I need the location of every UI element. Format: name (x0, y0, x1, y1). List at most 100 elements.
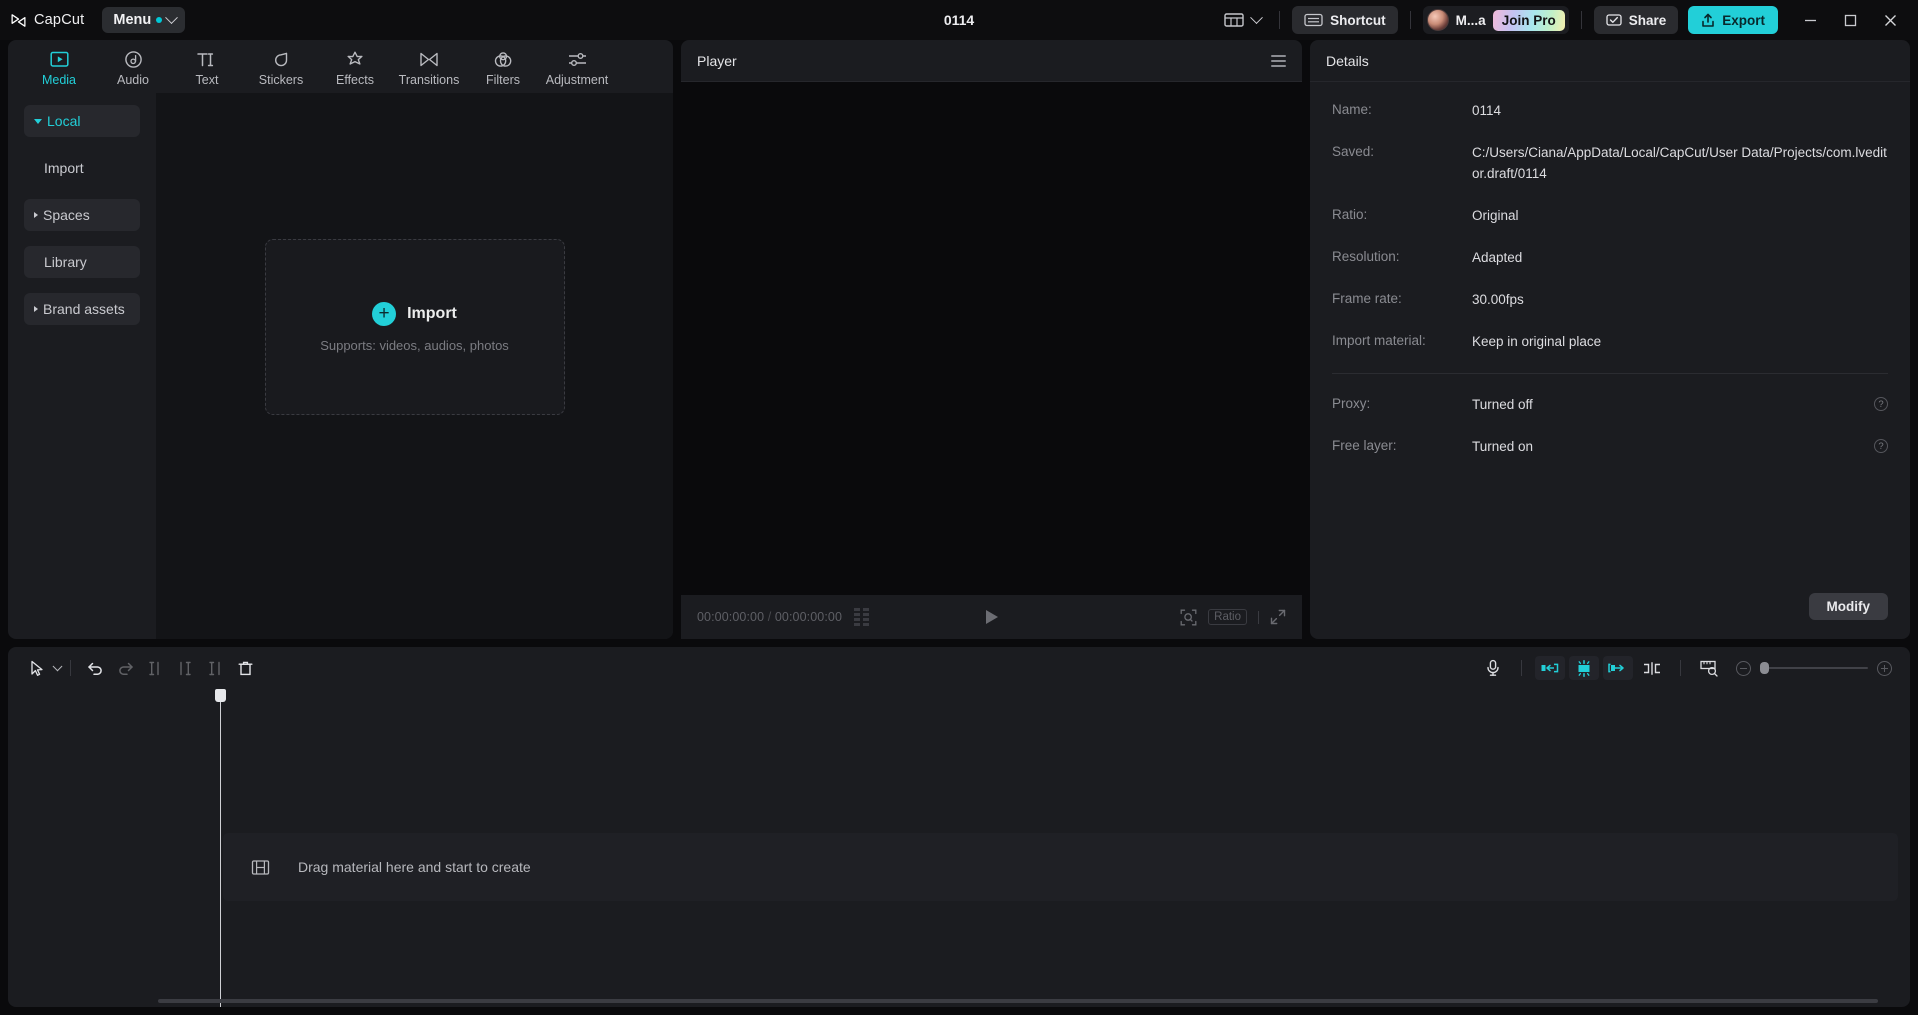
sidebar-item-brand-assets-label: Brand assets (43, 301, 125, 317)
timeline-tracks[interactable]: Drag material here and start to create (8, 719, 1910, 1007)
avatar (1426, 9, 1449, 31)
tab-transitions[interactable]: Transitions (392, 46, 466, 87)
auto-cut-right-button[interactable] (1603, 656, 1633, 680)
sidebar-item-spaces[interactable]: Spaces (24, 199, 140, 231)
minimize-button[interactable] (1790, 0, 1830, 40)
tab-media[interactable]: Media (22, 46, 96, 87)
timeline-ruler[interactable] (8, 689, 1910, 719)
details-label: Import material: (1332, 333, 1426, 348)
redo-tool[interactable] (110, 654, 140, 682)
menu-notification-dot (156, 17, 163, 23)
help-icon[interactable]: ? (1874, 397, 1888, 411)
details-row-framerate: Frame rate: 30.00fps (1332, 289, 1888, 310)
film-strip-icon (251, 859, 270, 875)
timeline-body[interactable]: Drag material here and start to create (8, 689, 1910, 1007)
menu-button[interactable]: Menu (102, 7, 186, 33)
play-triangle-icon[interactable] (985, 610, 998, 624)
account-chip[interactable]: M...a Join Pro (1422, 6, 1569, 34)
details-row-proxy: Proxy: Turned off ? (1332, 394, 1888, 415)
microphone-record-button[interactable] (1478, 656, 1508, 680)
ruler-zoom-button[interactable] (1694, 656, 1724, 680)
zoom-slider[interactable] (1760, 662, 1868, 674)
tab-effects-label: Effects (336, 73, 374, 87)
trash-icon (238, 661, 253, 675)
export-upload-icon (1702, 13, 1715, 27)
media-panel-body: Local Import Spaces Library Brand assets… (8, 93, 673, 639)
undo-tool[interactable] (80, 654, 110, 682)
details-value-proxy: Turned off (1472, 397, 1533, 412)
split-marker-button[interactable] (1637, 656, 1667, 680)
fullscreen-icon[interactable] (1270, 609, 1286, 625)
tab-transitions-label: Transitions (398, 73, 460, 87)
hamburger-icon[interactable] (1271, 54, 1286, 67)
tab-audio[interactable]: Audio (96, 46, 170, 87)
player-stage[interactable] (681, 82, 1302, 595)
export-button[interactable]: Export (1688, 6, 1778, 34)
details-value-framerate: 30.00fps (1472, 292, 1524, 307)
keyboard-icon (1304, 13, 1323, 27)
tab-adjustment[interactable]: Adjustment (540, 46, 614, 87)
layout-grid-icon (1224, 13, 1244, 27)
player-time-separator: / (767, 610, 772, 624)
trim-right-tool[interactable] (200, 654, 230, 682)
main-content-row: Media Audio Text Stickers Effects Transi… (0, 40, 1918, 639)
details-value-name: 0114 (1472, 103, 1502, 118)
shortcut-button[interactable]: Shortcut (1292, 6, 1398, 34)
details-footer: Modify (1310, 585, 1910, 639)
import-dropzone[interactable]: + Import Supports: videos, audios, photo… (264, 239, 565, 415)
sidebar-item-import[interactable]: Import (24, 152, 140, 184)
split-tool[interactable] (140, 654, 170, 682)
microphone-icon (1487, 659, 1499, 676)
maximize-button[interactable] (1830, 0, 1870, 40)
zoom-out-icon[interactable] (1736, 660, 1751, 676)
chevron-down-icon (52, 660, 63, 671)
quality-bars-icon[interactable] (854, 608, 870, 626)
sidebar-item-local[interactable]: Local (24, 105, 140, 137)
sidebar-item-brand-assets[interactable]: Brand assets (24, 293, 140, 325)
share-label: Share (1628, 12, 1667, 28)
app-brand-name: CapCut (34, 12, 85, 28)
tab-media-label: Media (41, 73, 77, 87)
tab-adjustment-label: Adjustment (545, 73, 609, 87)
select-cursor-tool[interactable] (22, 654, 63, 682)
zoom-in-icon[interactable] (1877, 660, 1892, 676)
layout-switch-button[interactable] (1218, 8, 1267, 32)
tab-text[interactable]: Text (170, 46, 244, 87)
chevron-right-icon (34, 212, 38, 218)
share-button[interactable]: Share (1593, 6, 1679, 34)
help-icon[interactable]: ? (1874, 439, 1888, 453)
auto-cut-center-button[interactable] (1569, 656, 1599, 680)
close-button[interactable] (1870, 0, 1910, 40)
tab-filters[interactable]: Filters (466, 46, 540, 87)
player-controls-bar: 00:00:00:00 / 00:00:00:00 Ratio (681, 595, 1302, 639)
join-pro-button[interactable]: Join Pro (1492, 9, 1565, 31)
tab-stickers-label: Stickers (258, 73, 304, 87)
details-label: Proxy: (1332, 396, 1371, 411)
timeline-horizontal-scrollbar[interactable] (158, 999, 1878, 1003)
auto-cut-left-button[interactable] (1535, 656, 1565, 680)
adjustment-sliders-icon (567, 49, 588, 69)
tab-filters-label: Filters (485, 73, 521, 87)
details-row-saved: Saved: C:/Users/Ciana/AppData/Local/CapC… (1332, 142, 1888, 184)
details-row-free-layer: Free layer: Turned on ? (1332, 436, 1888, 457)
timeline-empty-dropzone[interactable]: Drag material here and start to create (223, 833, 1898, 901)
title-bar: CapCut Menu 0114 Shortcut M...a Join Pro… (0, 0, 1918, 40)
delete-tool[interactable] (230, 654, 260, 682)
crop-zoom-icon[interactable] (1180, 609, 1197, 626)
divider (1580, 11, 1582, 29)
details-label: Ratio: (1332, 207, 1368, 222)
ruler-zoom-icon (1700, 660, 1718, 677)
details-label: Free layer: (1332, 438, 1397, 453)
modify-button[interactable]: Modify (1808, 592, 1888, 620)
redo-icon (118, 662, 133, 675)
maximize-icon (1844, 14, 1856, 26)
trim-left-tool[interactable] (170, 654, 200, 682)
import-dropzone-title: Import (407, 304, 457, 322)
zoom-slider-knob[interactable] (1760, 662, 1769, 674)
details-row-resolution: Resolution: Adapted (1332, 247, 1888, 268)
tab-effects[interactable]: Effects (318, 46, 392, 87)
player-timecode: 00:00:00:00 / 00:00:00:00 (697, 610, 842, 624)
tab-stickers[interactable]: Stickers (244, 46, 318, 87)
sidebar-item-library[interactable]: Library (24, 246, 140, 278)
ratio-button[interactable]: Ratio (1208, 609, 1247, 625)
